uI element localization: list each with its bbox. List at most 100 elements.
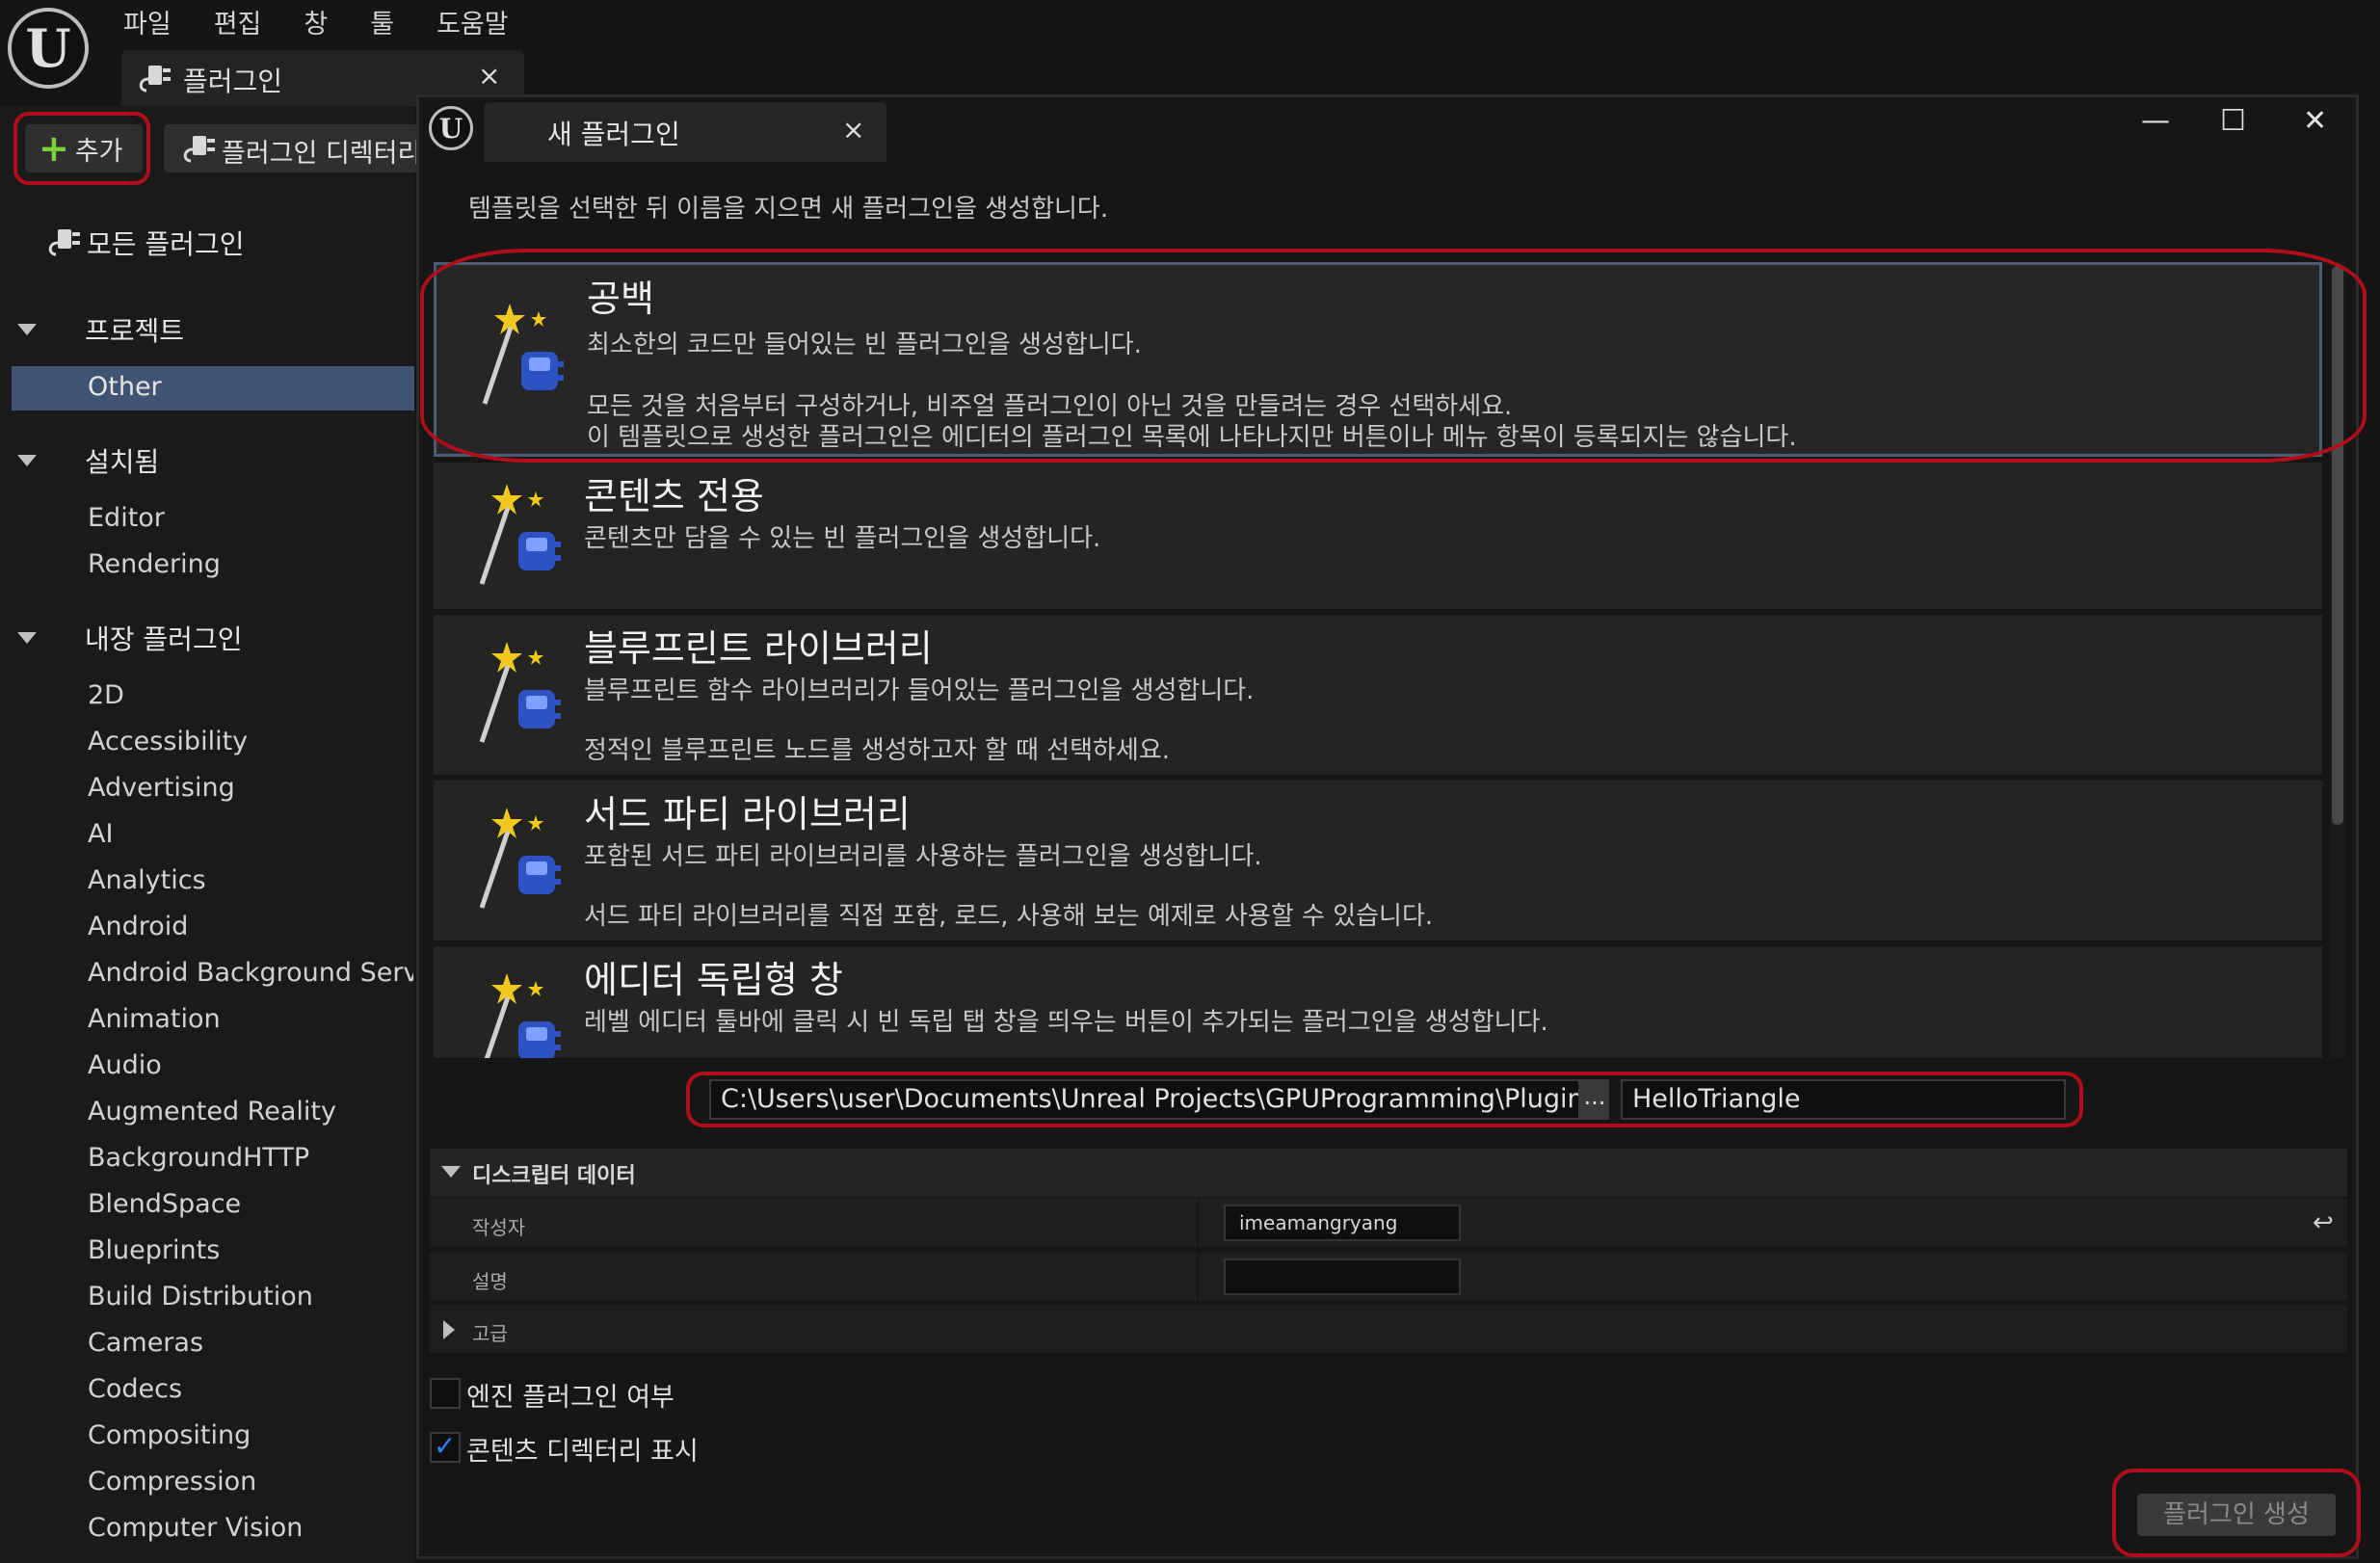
template-name: 서드 파티 라이브러리 [584,793,911,835]
expand-arrow-icon [443,1320,455,1339]
section-label: 설치됨 [85,446,160,478]
prop-row-description: 설명 [430,1251,2347,1301]
template-third-party-library[interactable]: 서드 파티 라이브러리 포함된 서드 파티 라이브러리를 사용하는 플러그인을 … [434,781,2322,940]
wizard-plugin-icon [471,300,568,406]
browse-path-button[interactable]: ... [1580,1079,1609,1120]
sidebar-item-codecs[interactable]: Codecs [88,1374,182,1404]
template-editor-standalone-window[interactable]: 에디터 독립형 창 레벨 에디터 툴바에 클릭 시 빈 독립 탭 창을 띄우는 … [434,946,2322,1058]
template-description: 이 템플릿으로 생성한 플러그인은 에디터의 플러그인 목록에 나타나지만 버튼… [587,423,1797,452]
sidebar-item-cameras[interactable]: Cameras [88,1328,203,1358]
template-description: 블루프린트 함수 라이브러리가 들어있는 플러그인을 생성합니다. [584,676,1255,705]
sidebar-item-advertising[interactable]: Advertising [88,773,235,803]
author-label: 작성자 [472,1216,526,1239]
section-label: 내장 플러그인 [85,623,243,655]
sidebar-item-computer-vision[interactable]: Computer Vision [88,1513,303,1543]
unreal-logo-icon[interactable]: U [8,8,89,89]
add-plugin-label: 추가 [74,136,123,167]
template-description: 레벨 에디터 툴바에 클릭 시 빈 독립 탭 창을 띄우는 버튼이 추가되는 플… [584,1008,1548,1037]
dialog-tab-close-icon[interactable]: × [842,114,864,146]
descriptor-data-header[interactable]: 디스크립터 데이터 [430,1149,2347,1197]
show-content-dir-checkbox[interactable] [430,1430,461,1463]
plugin-icon [137,62,172,94]
engine-plugin-label: 엔진 플러그인 여부 [466,1383,674,1413]
reset-to-default-icon[interactable]: ↩ [2313,1208,2334,1237]
wizard-plugin-icon [468,480,565,586]
template-blank[interactable]: 공백 최소한의 코드만 들어있는 빈 플러그인을 생성합니다. 모든 것을 처음… [434,262,2322,457]
column-divider [1197,1253,1199,1301]
sidebar-item-editor[interactable]: Editor [88,503,165,533]
menu-file[interactable]: 파일 [123,6,172,44]
tab-new-plugin[interactable]: 새 플러그인 × [484,102,886,162]
menu-window[interactable]: 창 [304,6,328,44]
tab-plugins-label: 플러그인 [183,66,283,97]
plus-icon: + [39,127,69,170]
create-plugin-button[interactable]: 플러그인 생성 [2137,1494,2336,1536]
maximize-icon[interactable]: ☐ [2220,104,2246,138]
template-scrollbar-thumb[interactable] [2332,266,2343,825]
sidebar-item-accessibility[interactable]: Accessibility [88,727,248,756]
sidebar-item-analytics[interactable]: Analytics [88,865,206,895]
sidebar-item-blueprints[interactable]: Blueprints [88,1235,220,1265]
prop-row-advanced[interactable]: 고급 [430,1303,2347,1353]
sidebar-item-compositing[interactable]: Compositing [88,1420,251,1450]
sidebar-section-builtin[interactable]: 내장 플러그인 [17,619,242,657]
template-list: 공백 최소한의 코드만 들어있는 빈 플러그인을 생성합니다. 모든 것을 처음… [430,258,2347,1058]
column-divider [1197,1199,1199,1247]
collapse-arrow-icon [441,1166,461,1178]
wizard-plugin-icon [468,969,565,1058]
tab-close-icon[interactable]: × [478,60,500,92]
menu-bar: 파일 편집 창 툴 도움말 [123,6,509,44]
description-label: 설명 [472,1270,508,1293]
menu-edit[interactable]: 편집 [214,6,262,44]
sidebar-section-project[interactable]: 프로젝트 [17,310,184,349]
plugin-directory-button[interactable]: 플러그인 디렉터리 [164,124,424,172]
sidebar-item-blendspace[interactable]: BlendSpace [88,1189,241,1219]
template-name: 에디터 독립형 창 [584,959,843,1001]
descriptor-data-label: 디스크립터 데이터 [472,1164,636,1188]
sidebar-item-build-distribution[interactable]: Build Distribution [88,1282,313,1311]
dialog-instruction: 템플릿을 선택한 뒤 이름을 지으면 새 플러그인을 생성합니다. [468,195,1109,224]
sidebar-item-backgroundhttp[interactable]: BackgroundHTTP [88,1143,309,1173]
sidebar-item-android[interactable]: Android [88,912,188,941]
window-close-icon[interactable]: ✕ [2303,104,2327,138]
template-content-only[interactable]: 콘텐츠 전용 콘텐츠만 담을 수 있는 빈 플러그인을 생성합니다. [434,463,2322,609]
collapse-arrow-icon [17,632,37,644]
sidebar-item-android-background-service[interactable]: Android Background Service [88,958,413,988]
unreal-logo-icon: U [429,106,473,150]
sidebar-item-augmented-reality[interactable]: Augmented Reality [88,1097,336,1126]
sidebar-item-other[interactable]: Other [88,372,162,402]
sidebar-selected-highlight [12,366,414,411]
sidebar-item-audio[interactable]: Audio [88,1050,162,1080]
plugin-directory-label: 플러그인 디렉터리 [222,139,422,169]
template-blueprint-library[interactable]: 블루프린트 라이브러리 블루프린트 함수 라이브러리가 들어있는 플러그인을 생… [434,615,2322,775]
minimize-icon[interactable]: — [2141,104,2170,138]
wizard-plugin-icon [468,638,565,744]
dialog-title: 새 플러그인 [547,119,680,150]
sidebar-item-ai[interactable]: AI [88,819,113,849]
all-plugins-label: 모든 플러그인 [87,228,245,260]
advanced-label: 고급 [472,1322,508,1345]
plugin-icon [181,132,216,165]
template-description: 최소한의 코드만 들어있는 빈 플러그인을 생성합니다. [587,331,1142,359]
template-description: 서드 파티 라이브러리를 직접 포함, 로드, 사용해 보는 예제로 사용할 수… [584,902,1434,931]
menu-tools[interactable]: 툴 [370,6,394,44]
plugin-path-input[interactable]: C:\Users\user\Documents\Unreal Projects\… [709,1079,1580,1120]
template-name: 공백 [587,278,654,320]
template-name: 블루프린트 라이브러리 [584,627,933,670]
menu-help[interactable]: 도움말 [436,6,509,44]
description-field[interactable] [1224,1258,1461,1295]
template-description: 포함된 서드 파티 라이브러리를 사용하는 플러그인을 생성합니다. [584,842,1262,871]
engine-plugin-checkbox[interactable] [430,1378,461,1409]
section-label: 프로젝트 [85,315,185,347]
add-plugin-button[interactable]: + 추가 [25,124,143,172]
plugin-name-input[interactable]: HelloTriangle [1621,1079,2066,1120]
wizard-plugin-icon [468,804,565,910]
sidebar-item-animation[interactable]: Animation [88,1004,221,1034]
collapse-arrow-icon [17,324,37,335]
sidebar-item-rendering[interactable]: Rendering [88,549,221,579]
sidebar-section-installed[interactable]: 설치됨 [17,441,159,480]
author-field[interactable]: imeamangryang [1224,1205,1461,1241]
plugin-icon [46,225,81,258]
sidebar-item-compression[interactable]: Compression [88,1467,256,1497]
sidebar-item-2d[interactable]: 2D [88,680,124,710]
